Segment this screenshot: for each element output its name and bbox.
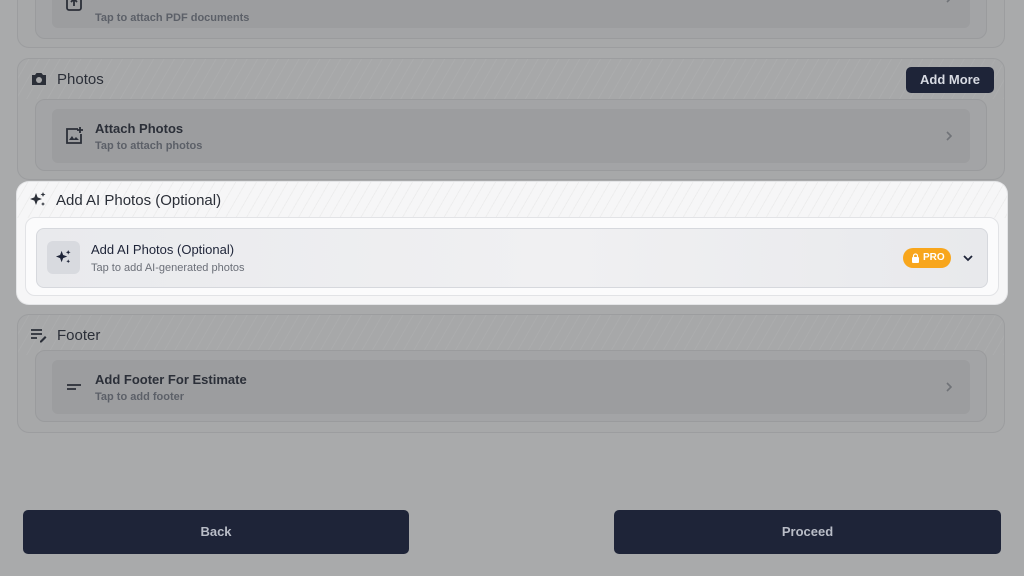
camera-icon	[32, 73, 46, 85]
attach-photos-subtitle: Tap to attach photos	[95, 140, 203, 152]
ai-photos-section-title: Add AI Photos (Optional)	[56, 192, 222, 209]
footer-section-header	[18, 315, 1004, 355]
pdf-card: Tap to attach PDF documents	[35, 0, 987, 39]
add-ai-photos-title: Add AI Photos (Optional)	[91, 242, 235, 257]
pro-badge: PRO	[903, 248, 951, 268]
footer-section: Footer Add Footer For Estimate Tap to ad…	[17, 314, 1005, 433]
attach-photos-title: Attach Photos	[95, 121, 184, 136]
add-ai-photos-subtitle: Tap to add AI-generated photos	[91, 262, 245, 274]
ai-photos-section: Add AI Photos (Optional) Add AI Photos (…	[17, 182, 1007, 304]
add-footer-subtitle: Tap to add footer	[95, 391, 185, 403]
sparkles-icon	[30, 192, 46, 206]
chevron-right-icon	[946, 0, 951, 3]
lock-icon	[912, 253, 919, 263]
chevron-right-icon	[946, 382, 953, 392]
pdf-row-subtitle: Tap to attach PDF documents	[95, 12, 250, 24]
text-lines-icon	[67, 384, 81, 390]
add-photo-icon	[66, 127, 83, 144]
footer-section-title: Footer	[57, 327, 101, 344]
upload-file-icon	[66, 0, 82, 11]
add-ai-photos-row[interactable]: Add AI Photos (Optional) Tap to add AI-g…	[36, 228, 988, 288]
sparkles-icon	[55, 249, 71, 264]
back-button[interactable]: Back	[23, 510, 409, 554]
photos-section-header	[18, 59, 1004, 99]
ai-photos-card: Add AI Photos (Optional) Tap to add AI-g…	[25, 217, 999, 296]
notes-edit-icon	[31, 329, 47, 343]
photos-section: Photos Add More Attach Photos Tap to att…	[17, 58, 1005, 180]
attach-photos-row[interactable]: Attach Photos Tap to attach photos	[52, 109, 970, 163]
photos-card: Attach Photos Tap to attach photos	[35, 99, 987, 171]
pro-badge-label: PRO	[923, 252, 945, 263]
footer-card: Add Footer For Estimate Tap to add foote…	[35, 350, 987, 422]
photos-section-title: Photos	[57, 71, 104, 88]
attach-pdf-row[interactable]: Tap to attach PDF documents	[52, 0, 970, 28]
chevron-down-icon[interactable]	[961, 253, 975, 263]
add-footer-title: Add Footer For Estimate	[95, 372, 247, 387]
add-more-button[interactable]: Add More	[906, 67, 994, 93]
pdf-section: Tap to attach PDF documents	[17, 0, 1005, 48]
add-footer-row[interactable]: Add Footer For Estimate Tap to add foote…	[52, 360, 970, 414]
ai-row-icon-box	[47, 241, 80, 274]
proceed-button[interactable]: Proceed	[614, 510, 1001, 554]
chevron-right-icon	[946, 131, 953, 141]
